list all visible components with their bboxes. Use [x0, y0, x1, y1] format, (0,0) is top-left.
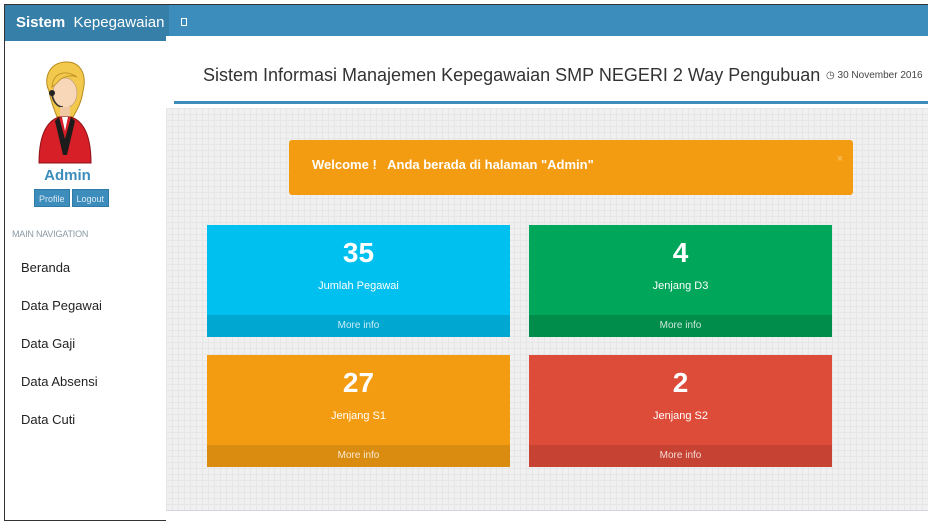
user-name: Admin	[44, 167, 91, 184]
stat-label: Jenjang S1	[330, 410, 387, 422]
sidebar-menu: Beranda Data Pegawai Data Gaji Data Abse…	[5, 249, 169, 439]
stat-box-jenjang-d3: 4 Jenjang D3 More info	[529, 225, 832, 337]
stat-value: 4	[672, 237, 689, 268]
more-info-link[interactable]: More info	[207, 315, 510, 337]
clock-icon: ◷	[826, 70, 835, 81]
date-text: 30 November 2016	[837, 70, 923, 81]
sidebar-item-data-absensi[interactable]: Data Absensi	[5, 363, 169, 401]
alert-text: Welcome ! Anda berada di halaman "Admin"	[312, 157, 594, 172]
stat-value: 2	[672, 367, 689, 398]
sidebar-item-data-gaji[interactable]: Data Gaji	[5, 325, 169, 363]
sidebar-item-data-cuti[interactable]: Data Cuti	[5, 401, 169, 439]
more-info-link[interactable]: More info	[529, 315, 832, 337]
page-title: Sistem Informasi Manajemen Kepegawaian S…	[203, 65, 821, 85]
more-info-link[interactable]: More info	[529, 445, 832, 467]
close-icon[interactable]: ×	[837, 153, 843, 165]
stat-box-jenjang-s2: 2 Jenjang S2 More info	[529, 355, 832, 467]
stat-value: 35	[342, 237, 375, 268]
stat-label: Jenjang S2	[652, 410, 709, 422]
stat-box-jumlah-pegawai: 35 Jumlah Pegawai More info	[207, 225, 510, 337]
profile-button[interactable]: Profile	[34, 189, 70, 207]
stat-label: Jumlah Pegawai	[318, 280, 399, 292]
page-date: ◷ 30 November 2016	[826, 70, 923, 81]
title-divider	[174, 101, 928, 104]
sidebar-item-data-pegawai[interactable]: Data Pegawai	[5, 287, 169, 325]
brand-bold: Sistem	[16, 14, 66, 31]
sidebar-item-beranda[interactable]: Beranda	[5, 249, 169, 287]
admin-avatar	[38, 61, 92, 164]
sidebar: Admin Profile Logout MAIN NAVIGATION Ber…	[5, 41, 169, 520]
more-info-link[interactable]: More info	[207, 445, 510, 467]
welcome-alert: Welcome ! Anda berada di halaman "Admin"…	[289, 140, 853, 195]
user-actions: Profile Logout	[34, 189, 110, 207]
footer-bar	[166, 510, 928, 521]
nav-header: MAIN NAVIGATION	[12, 229, 89, 239]
app-logo[interactable]: Sistem Kepegawaian	[5, 5, 169, 41]
brand-rest: Kepegawaian	[73, 14, 165, 31]
logout-button[interactable]: Logout	[71, 189, 110, 207]
stat-box-jenjang-s1: 27 Jenjang S1 More info	[207, 355, 510, 467]
stat-label: Jenjang D3	[652, 280, 709, 292]
sidebar-toggle-icon[interactable]	[181, 16, 191, 28]
stat-value: 27	[342, 367, 375, 398]
